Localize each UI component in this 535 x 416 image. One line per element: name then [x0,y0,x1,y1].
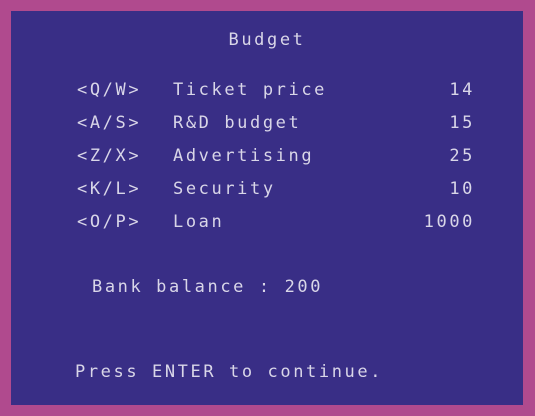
row-label: Loan [173,212,225,232]
row-label: Ticket price [173,80,328,100]
budget-row-ticket-price: <Q/W> Ticket price 14 [77,80,475,100]
game-screen: Budget <Q/W> Ticket price 14 <A/S> R&D b… [11,11,523,405]
bank-balance-separator: : [258,277,272,297]
row-key-hint: <K/L> [77,179,142,199]
budget-row-advertising: <Z/X> Advertising 25 [77,146,475,166]
bank-balance-label: Bank balance [92,277,247,297]
row-value: 15 [449,113,475,133]
budget-row-loan: <O/P> Loan 1000 [77,212,475,232]
bank-balance-value: 200 [284,277,324,297]
row-key-hint: <Q/W> [77,80,142,100]
bank-balance-line: Bank balance : 200 [92,277,323,297]
budget-row-rd-budget: <A/S> R&D budget 15 [77,113,475,133]
continue-prompt: Press ENTER to continue. [75,362,384,382]
row-key-hint: <A/S> [77,113,142,133]
row-label: Advertising [173,146,315,166]
row-value: 1000 [423,212,475,232]
row-key-hint: <O/P> [77,212,142,232]
screen-border: Budget <Q/W> Ticket price 14 <A/S> R&D b… [0,0,535,416]
budget-row-security: <K/L> Security 10 [77,179,475,199]
row-value: 10 [449,179,475,199]
row-value: 14 [449,80,475,100]
row-value: 25 [449,146,475,166]
row-label: Security [173,179,276,199]
row-label: R&D budget [173,113,302,133]
screen-title: Budget [228,30,306,50]
row-key-hint: <Z/X> [77,146,142,166]
